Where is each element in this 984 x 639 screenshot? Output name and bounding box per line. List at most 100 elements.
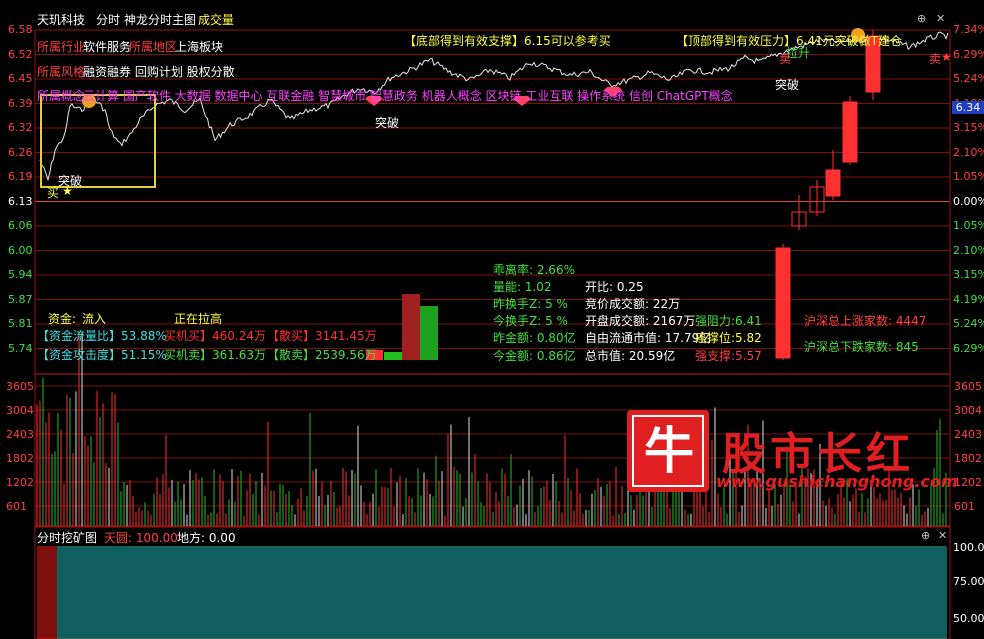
- breakout-mark: 突破: [375, 116, 400, 130]
- fund-row2-label: 【资金攻击度】51.15%: [37, 348, 167, 362]
- fund-row1-sell: 【散买】3141.45万: [267, 329, 377, 343]
- volume-tab[interactable]: 成交量: [198, 11, 234, 28]
- volume-tick: 3605: [6, 380, 34, 393]
- stat-deviation: 乖离率: 2.66%: [493, 263, 575, 277]
- volume-tick: 3004: [954, 404, 982, 417]
- watermark-url: www.gushichanghong.com: [716, 472, 958, 491]
- sub-axis-tick: 75.00: [953, 575, 984, 588]
- star-icon: ★: [62, 184, 73, 198]
- fund-row1-label: 【资金流量比】53.88%: [37, 329, 167, 343]
- mining-bars: [37, 546, 947, 639]
- fund-flow: 流入: [82, 312, 107, 326]
- percent-tick: 0.00%: [953, 194, 984, 208]
- current-price-tag: 6.34: [952, 101, 984, 114]
- price-tick: 6.13: [8, 194, 33, 208]
- percent-tick: 1.05%: [953, 170, 984, 183]
- stock-name: 天玑科技: [37, 13, 86, 27]
- percent-tick: 1.05%: [953, 219, 984, 232]
- price-tick: 6.26: [8, 145, 33, 159]
- stat-today-turnover: 今换手Z: 5 %: [493, 314, 568, 328]
- buy-mark: 买: [47, 186, 60, 200]
- sub-settings-icon[interactable]: ⊕: [921, 529, 930, 542]
- percent-tick: 6.29%: [953, 341, 984, 355]
- price-tick: 5.87: [8, 292, 33, 306]
- sub-panel-title[interactable]: 分时挖矿图: [37, 529, 97, 546]
- price-tick: 6.00: [8, 243, 33, 257]
- price-tick: 6.45: [8, 72, 33, 85]
- percent-tick: 3.15%: [953, 121, 984, 134]
- stat-today-amount: 今金额: 0.86亿: [493, 349, 576, 363]
- candle-body: [775, 247, 791, 359]
- stat-float-cap: 自由流通市值: 17.79亿: [585, 331, 712, 345]
- region-value: 上海板块: [175, 40, 224, 54]
- percent-tick: 2.10%: [953, 145, 984, 159]
- sub-axis-tick: 100.00: [953, 541, 984, 554]
- price-tick: 6.52: [8, 47, 33, 61]
- volume-tick: 2403: [6, 428, 34, 441]
- settings-icon[interactable]: ⊕: [917, 12, 926, 25]
- percent-tick: 5.24%: [953, 317, 984, 330]
- percent-tick: 6.29%: [953, 47, 984, 61]
- price-tick: 6.32: [8, 121, 33, 134]
- indicator-name[interactable]: 神龙分时主图: [124, 11, 196, 28]
- stat-support-level: 癌撑位:5.82: [695, 331, 762, 345]
- stat-volume-ratio: 量能: 1.02: [493, 280, 552, 294]
- stat-yest-turnover: 昨换手Z: 5 %: [493, 297, 568, 311]
- volume-tick: 2403: [954, 428, 982, 441]
- sub-axis-tick: 50.00: [953, 612, 984, 625]
- fund-bar-green-small: [384, 352, 402, 360]
- industry-value: 软件服务: [83, 40, 132, 54]
- mode-label[interactable]: 分时: [96, 11, 120, 28]
- percent-tick: 3.15%: [953, 268, 984, 281]
- fund-bar-darkred: [402, 294, 420, 360]
- stat-open-ratio: 开比: 0.25: [585, 280, 644, 294]
- volume-tick: 1202: [954, 476, 982, 489]
- candle-body: [825, 169, 841, 197]
- fund-row2-buy: 买机卖】361.63万: [164, 348, 266, 362]
- support-banner: 【底部得到有效支撑】6.15可以参考买: [404, 34, 611, 48]
- fund-row2-sell: 【散卖】2539.56万: [267, 348, 377, 362]
- volume-tick: 3605: [954, 380, 982, 393]
- style-value: 融资融券 回购计划 股权分散: [83, 65, 235, 79]
- percent-tick: 7.34%: [953, 23, 984, 36]
- market-down-count: 沪深总下跌家数: 845: [804, 340, 919, 354]
- price-tick: 6.19: [8, 170, 33, 183]
- volume-tick: 1802: [954, 452, 982, 465]
- volume-tick: 601: [954, 500, 975, 513]
- price-tick: 5.94: [8, 268, 33, 281]
- stat-auction-volume: 竞价成交额: 22万: [585, 297, 681, 311]
- percent-tick: 5.24%: [953, 72, 984, 85]
- style-label: 所属风格: [37, 65, 86, 79]
- candle-body: [842, 101, 858, 163]
- stat-yest-amount: 昨金额: 0.80亿: [493, 331, 576, 345]
- stat-open-volume: 开盘成交额: 2167万: [585, 314, 696, 328]
- market-up-count: 沪深总上涨家数: 4447: [804, 314, 927, 328]
- star-icon: ★: [941, 50, 952, 64]
- stat-total-cap: 总市值: 20.59亿: [585, 349, 676, 363]
- price-tick: 5.81: [8, 317, 33, 330]
- price-tick: 6.06: [8, 219, 33, 232]
- sub-close-icon[interactable]: ✕: [938, 529, 947, 542]
- concept-value: 云计算 国产软件 大数据 数据中心 互联金融 智慧城市 智慧政务 机器人概念 区…: [83, 89, 733, 103]
- fund-status: 正在拉高: [174, 312, 223, 326]
- sub-panel-sky: 天圆: 100.00: [104, 531, 178, 545]
- price-tick: 6.58: [8, 23, 33, 36]
- percent-tick: 4.19%: [953, 292, 984, 306]
- fund-row1-buy: 买机买】460.24万: [164, 329, 266, 343]
- breakout-mark: 突破: [775, 78, 800, 92]
- price-tick: 6.39: [8, 96, 33, 110]
- sell-mark: 卖: [929, 52, 942, 66]
- stat-strong-support: 强支撑:5.57: [695, 349, 762, 363]
- stat-strong-resistance: 强阻力:6.41: [695, 314, 762, 328]
- volume-tick: 3004: [6, 404, 34, 417]
- industry-label: 所属行业: [37, 40, 86, 54]
- fund-title: 资金:: [48, 312, 77, 326]
- concept-label: 所属概念: [37, 89, 86, 103]
- volume-tick: 601: [6, 500, 27, 513]
- volume-tick: 1802: [6, 452, 34, 465]
- region-label: 所属地区: [129, 40, 178, 54]
- watermark-logo-char: 牛: [644, 421, 694, 480]
- percent-tick: 2.10%: [953, 243, 984, 257]
- close-icon[interactable]: ✕: [936, 12, 945, 25]
- sub-panel-earth: 地方: 0.00: [177, 531, 236, 545]
